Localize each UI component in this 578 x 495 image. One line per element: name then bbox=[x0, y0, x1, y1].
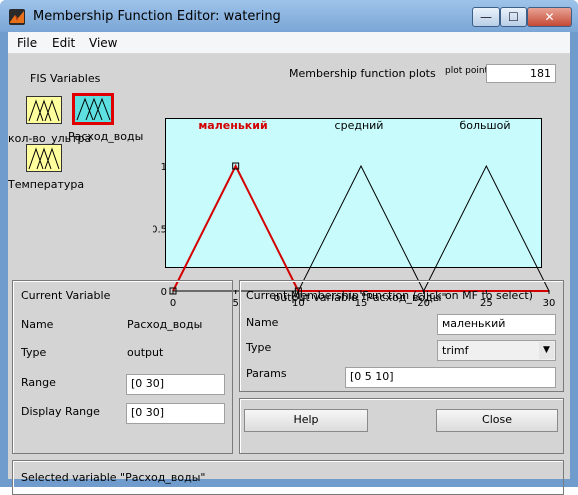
y-tick-label: 0.5 bbox=[153, 225, 167, 236]
mf-triangles-icon bbox=[28, 99, 60, 122]
window-client: File Edit View FIS Variables кол-во_ульт… bbox=[8, 32, 570, 495]
fis-var-input2-box[interactable] bbox=[26, 144, 62, 172]
chevron-down-icon: ▼ bbox=[539, 342, 554, 359]
variable-name-label: Name bbox=[21, 318, 54, 331]
menu-edit[interactable]: Edit bbox=[52, 36, 75, 50]
mf-type-label: Type bbox=[246, 341, 272, 354]
range-input[interactable]: [0 30] bbox=[126, 374, 225, 395]
range-label: Range bbox=[21, 376, 56, 389]
buttons-panel: Help Close bbox=[239, 398, 564, 454]
title-bar: Membership Function Editor: watering — ☐… bbox=[0, 0, 578, 32]
plot-points-input[interactable]: 181 bbox=[486, 64, 556, 83]
menu-view[interactable]: View bbox=[89, 36, 117, 50]
mf-params-label: Params bbox=[246, 367, 287, 380]
display-range-input[interactable]: [0 30] bbox=[126, 403, 225, 424]
window-title: Membership Function Editor: watering bbox=[33, 9, 281, 24]
fis-var-output-box[interactable] bbox=[72, 93, 114, 125]
mf-params-input[interactable]: [0 5 10] bbox=[345, 367, 556, 388]
matlab-icon bbox=[9, 9, 25, 25]
close-window-button[interactable]: ✕ bbox=[527, 7, 572, 27]
maximize-button[interactable]: ☐ bbox=[500, 7, 527, 27]
variable-type-value: output bbox=[127, 346, 164, 359]
mf-triangles-icon bbox=[28, 147, 60, 170]
mf-name-label: Name bbox=[246, 316, 279, 329]
status-text: Selected variable "Расход_воды" bbox=[21, 471, 206, 484]
help-button[interactable]: Help bbox=[244, 409, 368, 432]
current-mf-title: Current Membership Function (click on MF… bbox=[246, 289, 533, 302]
mf-type-value: trimf bbox=[442, 344, 469, 357]
mf-curve-0[interactable] bbox=[172, 163, 300, 292]
current-variable-panel: Current Variable Name Расход_воды Type o… bbox=[12, 280, 233, 454]
y-tick-label: 1 bbox=[161, 162, 167, 173]
menu-bar: File Edit View bbox=[8, 32, 570, 54]
display-range-label: Display Range bbox=[21, 405, 100, 418]
current-mf-panel: Current Membership Function (click on MF… bbox=[239, 280, 564, 392]
mf-name-input[interactable]: маленький bbox=[437, 314, 556, 335]
app-window: Membership Function Editor: watering — ☐… bbox=[0, 0, 578, 495]
close-button[interactable]: Close bbox=[436, 409, 558, 432]
current-variable-title: Current Variable bbox=[21, 289, 111, 302]
fis-variables-heading: FIS Variables bbox=[30, 72, 101, 85]
x-tick-label: 5 bbox=[232, 298, 238, 309]
mf-curve-1[interactable] bbox=[297, 164, 425, 292]
mf-type-dropdown[interactable]: trimf ▼ bbox=[437, 340, 556, 361]
mf-label-medium[interactable]: средний bbox=[335, 119, 384, 132]
mf-label-large[interactable]: большой bbox=[460, 119, 511, 132]
variable-type-label: Type bbox=[21, 346, 47, 359]
editor-content: FIS Variables кол-во_ультра Расход_воды … bbox=[8, 54, 570, 495]
mf-triangles-icon bbox=[76, 97, 111, 121]
fis-var-input2-label: Температура bbox=[8, 178, 85, 191]
mf-curve-2[interactable] bbox=[423, 164, 550, 292]
status-panel: Selected variable "Расход_воды" bbox=[12, 460, 564, 495]
fis-var-output-label: Расход_воды bbox=[68, 130, 144, 143]
mf-label-small[interactable]: маленький bbox=[198, 119, 267, 132]
plot-title: Membership function plots bbox=[289, 67, 436, 80]
fis-var-input1-box[interactable] bbox=[26, 96, 62, 124]
variable-name-value: Расход_воды bbox=[127, 318, 203, 331]
mf-plot: маленький средний большой 0 5 10 15 20 25 30 0… bbox=[153, 119, 555, 309]
menu-file[interactable]: File bbox=[17, 36, 37, 50]
minimize-button[interactable]: — bbox=[472, 7, 500, 27]
